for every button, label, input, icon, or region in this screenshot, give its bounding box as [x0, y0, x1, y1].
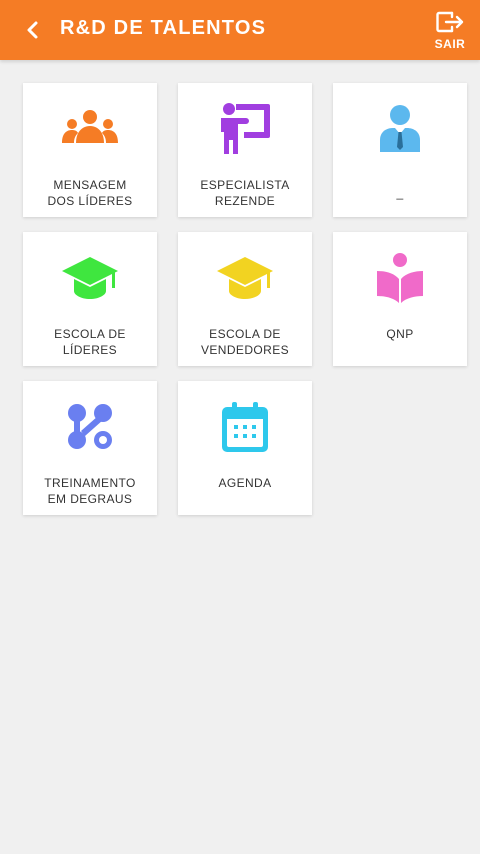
- tile-label: ESPECIALISTA REZENDE: [200, 178, 290, 208]
- nodes-graph-icon: [68, 404, 112, 449]
- tile-label: MENSAGEM DOS LÍDERES: [47, 178, 133, 208]
- group-people-icon: [62, 110, 118, 143]
- back-button[interactable]: [20, 16, 46, 44]
- tile-label: TREINAMENTO EM DEGRAUS: [44, 476, 136, 506]
- tile-especialista-rezende[interactable]: ESPECIALISTA REZENDE: [178, 83, 312, 217]
- chevron-left-icon: [27, 21, 38, 39]
- tile-label: ESCOLA DE VENDEDORES: [200, 327, 290, 357]
- tile-escola-de-vendedores[interactable]: ESCOLA DE VENDEDORES: [178, 232, 312, 366]
- reader-book-icon: [377, 253, 423, 303]
- tile-mensagem-dos-lideres[interactable]: MENSAGEM DOS LÍDERES: [23, 83, 157, 217]
- tile-label: QNP: [386, 327, 414, 341]
- tile-label: _: [396, 186, 404, 200]
- tile-escola-de-lideres[interactable]: ESCOLA DE LÍDERES: [23, 232, 157, 366]
- tile-label: ESCOLA DE LÍDERES: [54, 327, 126, 357]
- page-title: R&D DE TALENTOS: [60, 17, 267, 39]
- logout-label: SAIR: [434, 37, 466, 51]
- graduation-cap-icon: [217, 257, 273, 299]
- tile-qnp[interactable]: QNP: [333, 232, 467, 366]
- businessman-icon: [380, 105, 420, 152]
- logout-icon: [436, 11, 464, 33]
- tile-blank[interactable]: _: [333, 83, 467, 217]
- tile-agenda[interactable]: AGENDA: [178, 381, 312, 515]
- calendar-icon: [222, 402, 268, 452]
- tile-label: AGENDA: [218, 476, 272, 490]
- tile-treinamento-em-degraus[interactable]: TREINAMENTO EM DEGRAUS: [23, 381, 157, 515]
- presenter-board-icon: [221, 103, 270, 154]
- app-header: R&D DE TALENTOS SAIR: [0, 0, 480, 60]
- logout-button[interactable]: SAIR: [430, 10, 470, 54]
- graduation-cap-icon: [62, 257, 118, 299]
